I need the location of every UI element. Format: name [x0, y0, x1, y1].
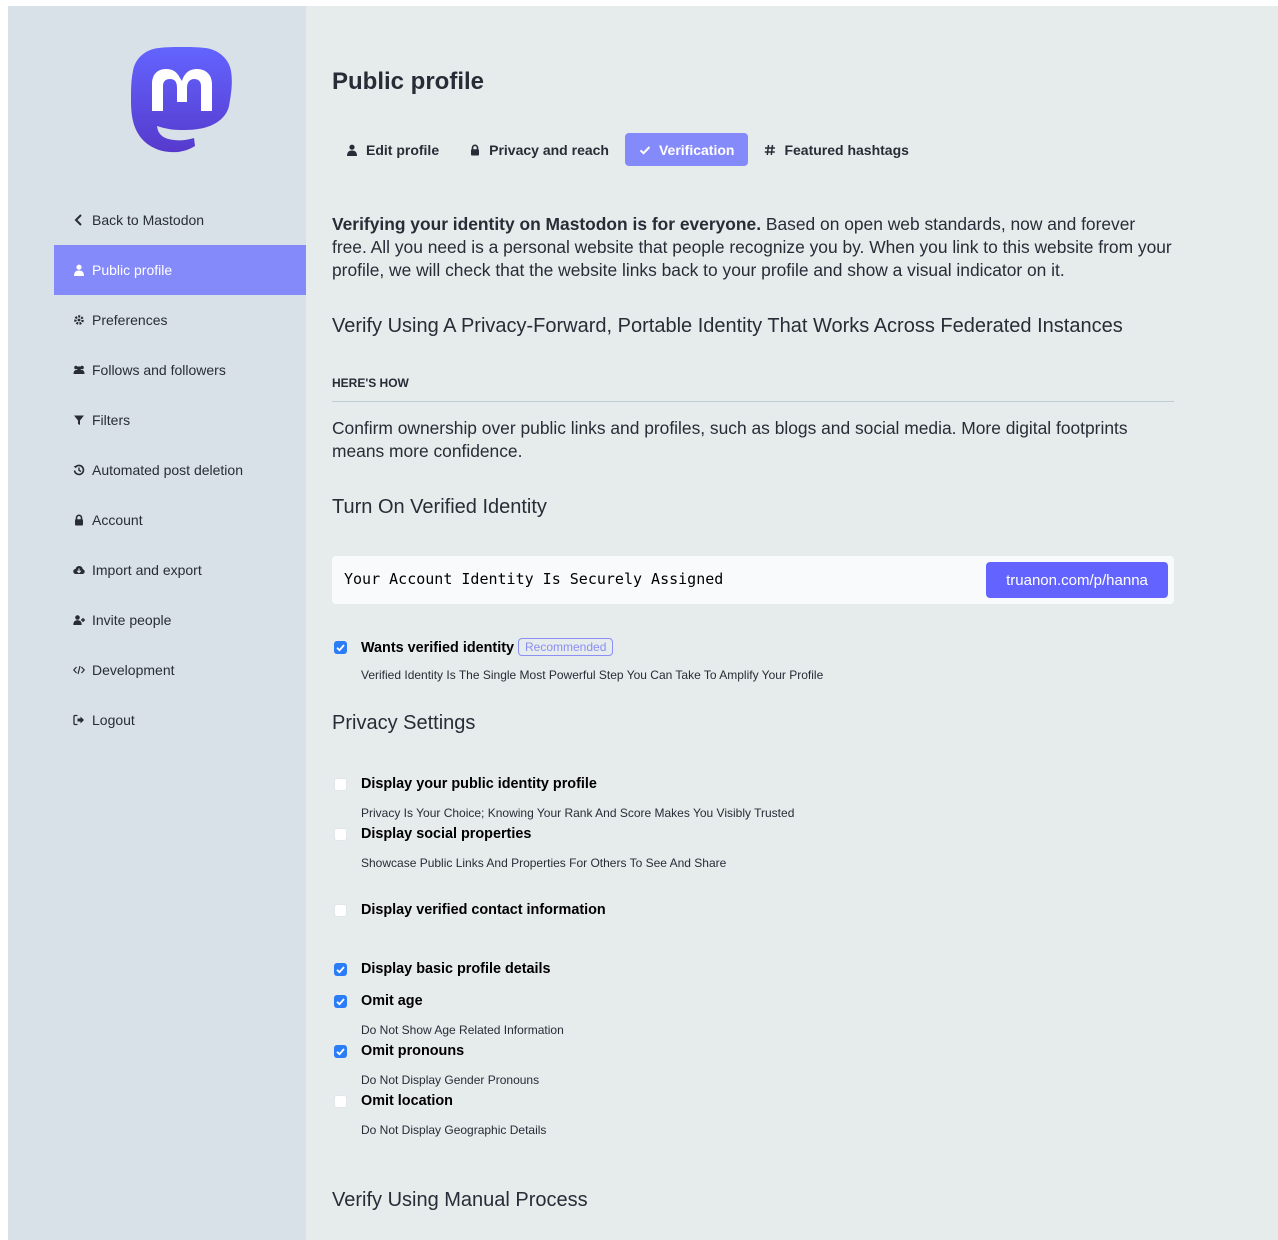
sidebar: Back to Mastodon Public profile Preferen…: [8, 6, 306, 1240]
sidebar-item-label: Import and export: [92, 562, 202, 578]
display-verified-contact-information-checkbox[interactable]: [334, 904, 347, 917]
sign-out-icon: [72, 713, 86, 727]
tab-label: Edit profile: [366, 141, 440, 158]
omit-pronouns-checkbox[interactable]: [334, 1045, 347, 1058]
tab-edit-profile[interactable]: Edit profile: [332, 133, 453, 166]
sidebar-item-logout[interactable]: Logout: [54, 695, 306, 745]
chevron-left-icon: [72, 213, 86, 227]
intro-bold: Verifying your identity on Mastodon is f…: [332, 214, 762, 234]
display-social-properties-label: Display social properties: [361, 826, 532, 842]
section-heading-privacy-settings: Privacy Settings: [332, 712, 476, 734]
sidebar-item-label: Invite people: [92, 612, 172, 628]
lock-icon: [72, 513, 86, 527]
omit-location-hint: Do Not Display Geographic Details: [361, 1123, 547, 1137]
sidebar-item-public-profile[interactable]: Public profile: [54, 245, 306, 295]
sidebar-item-label: Back to Mastodon: [92, 212, 205, 228]
main-content: Public profile Edit profile Privacy and …: [306, 6, 1278, 1240]
tab-verification[interactable]: Verification: [624, 133, 749, 166]
sidebar-item-label: Automated post deletion: [92, 462, 243, 478]
display-public-identity-profile-hint: Privacy Is Your Choice; Knowing Your Ran…: [361, 806, 795, 820]
display-basic-profile-details-label: Display basic profile details: [361, 961, 551, 977]
sidebar-item-label: Development: [92, 662, 175, 678]
wants-verified-identity-label: Wants verified identity Recommended: [361, 638, 614, 656]
tab-label: Featured hashtags: [784, 141, 909, 158]
user-icon: [72, 263, 86, 277]
lock-icon: [469, 144, 481, 156]
sidebar-item-back-to-mastodon[interactable]: Back to Mastodon: [54, 195, 306, 245]
omit-age-hint: Do Not Show Age Related Information: [361, 1023, 564, 1037]
user-icon: [346, 144, 358, 156]
divider: [332, 401, 1174, 402]
omit-age-checkbox[interactable]: [334, 995, 347, 1008]
display-public-identity-profile-label: Display your public identity profile: [361, 776, 597, 792]
hashtag-icon: [764, 144, 776, 156]
tab-bar: Edit profile Privacy and reach Verificat…: [332, 133, 925, 166]
section-heading-portable-identity: Verify Using A Privacy-Forward, Portable…: [332, 315, 1123, 337]
identity-box: Your Account Identity Is Securely Assign…: [332, 556, 1174, 604]
sidebar-item-automated-post-deletion[interactable]: Automated post deletion: [54, 445, 306, 495]
identity-link-button[interactable]: truanon.com/p/hanna: [986, 562, 1168, 598]
users-icon: [72, 363, 86, 377]
sidebar-item-account[interactable]: Account: [54, 495, 306, 545]
sidebar-item-preferences[interactable]: Preferences: [54, 295, 306, 345]
sidebar-item-filters[interactable]: Filters: [54, 395, 306, 445]
sidebar-item-label: Account: [92, 512, 143, 528]
sidebar-item-development[interactable]: Development: [54, 645, 306, 695]
display-public-identity-profile-checkbox[interactable]: [334, 778, 347, 791]
mastodon-logo-icon[interactable]: [130, 47, 234, 159]
section-heading-turn-on-verified-identity: Turn On Verified Identity: [332, 496, 547, 518]
omit-location-checkbox[interactable]: [334, 1095, 347, 1108]
filter-icon: [72, 413, 86, 427]
gear-icon: [72, 313, 86, 327]
sidebar-item-label: Public profile: [92, 262, 173, 278]
howto-heading: HERE'S HOW: [332, 376, 409, 390]
section-heading-verify-using-manual-process: Verify Using Manual Process: [332, 1189, 588, 1211]
wants-verified-identity-text: Wants verified identity: [361, 640, 514, 656]
intro-text: Verifying your identity on Mastodon is f…: [332, 213, 1172, 282]
display-social-properties-checkbox[interactable]: [334, 828, 347, 841]
howto-text: Confirm ownership over public links and …: [332, 418, 1128, 461]
wants-verified-identity-hint: Verified Identity Is The Single Most Pow…: [361, 668, 824, 682]
code-icon: [72, 663, 86, 677]
tab-privacy-and-reach[interactable]: Privacy and reach: [455, 133, 623, 166]
omit-location-label: Omit location: [361, 1093, 453, 1109]
omit-pronouns-hint: Do Not Display Gender Pronouns: [361, 1073, 540, 1087]
tab-featured-hashtags[interactable]: Featured hashtags: [750, 133, 922, 166]
omit-pronouns-label: Omit pronouns: [361, 1043, 465, 1059]
display-social-properties-hint: Showcase Public Links And Properties For…: [361, 856, 727, 870]
sidebar-item-label: Logout: [92, 712, 135, 728]
tab-label: Privacy and reach: [489, 141, 609, 158]
recommended-badge: Recommended: [518, 638, 614, 656]
wants-verified-identity-checkbox[interactable]: [334, 641, 347, 654]
page-title: Public profile: [332, 68, 485, 95]
sidebar-item-follows-and-followers[interactable]: Follows and followers: [54, 345, 306, 395]
tab-label: Verification: [658, 141, 735, 158]
sidebar-item-invite-people[interactable]: Invite people: [54, 595, 306, 645]
sidebar-item-label: Follows and followers: [92, 362, 226, 378]
cloud-download-icon: [72, 563, 86, 577]
omit-age-label: Omit age: [361, 993, 423, 1009]
display-verified-contact-information-label: Display verified contact information: [361, 902, 606, 918]
check-icon: [639, 144, 651, 156]
user-plus-icon: [72, 613, 86, 627]
sidebar-item-import-and-export[interactable]: Import and export: [54, 545, 306, 595]
history-icon: [72, 463, 86, 477]
sidebar-item-label: Preferences: [92, 312, 168, 328]
sidebar-item-label: Filters: [92, 412, 131, 428]
identity-status-text: Your Account Identity Is Securely Assign…: [344, 570, 724, 588]
display-basic-profile-details-checkbox[interactable]: [334, 963, 347, 976]
